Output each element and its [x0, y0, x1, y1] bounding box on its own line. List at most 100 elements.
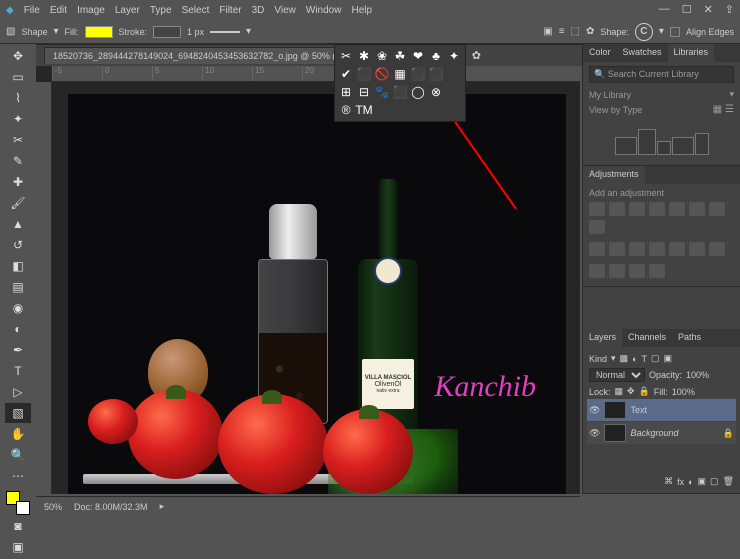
adj-extra2-icon[interactable]: [609, 264, 625, 278]
fill-value[interactable]: 100%: [672, 387, 695, 397]
adj-photo-icon[interactable]: [589, 220, 605, 234]
opacity-value[interactable]: 100%: [686, 370, 709, 380]
shape-clover-icon[interactable]: ☘: [392, 48, 408, 64]
visibility-icon[interactable]: 👁: [589, 405, 600, 416]
path-ops-icon[interactable]: ▣: [543, 26, 552, 37]
adj-extra1-icon[interactable]: [589, 264, 605, 278]
adj-gradient-icon[interactable]: [689, 242, 705, 256]
brush-tool[interactable]: 🖌: [5, 193, 31, 213]
menu-type[interactable]: Type: [150, 5, 172, 16]
filter-adjust-icon[interactable]: ◐: [632, 354, 637, 364]
menu-layer[interactable]: Layer: [115, 5, 140, 16]
library-dropdown-icon[interactable]: ▾: [729, 89, 734, 100]
menu-3d[interactable]: 3D: [252, 5, 265, 16]
delete-layer-icon[interactable]: 🗑: [723, 476, 734, 487]
adj-levels-icon[interactable]: [609, 202, 625, 216]
shape-minus-icon[interactable]: ⊟: [356, 84, 372, 100]
move-tool[interactable]: ✥: [5, 46, 31, 66]
new-layer-icon[interactable]: ▢: [710, 476, 719, 487]
lib-thumb[interactable]: [672, 137, 694, 155]
lib-thumb[interactable]: [657, 141, 671, 155]
blur-tool[interactable]: ◉: [5, 298, 31, 318]
tab-layers[interactable]: Layers: [583, 329, 622, 347]
list-view-icon[interactable]: ☰: [725, 104, 734, 115]
shape-scissors-icon[interactable]: ✂: [338, 48, 354, 64]
shape-tool-icon[interactable]: ▧: [6, 26, 15, 37]
stroke-width[interactable]: 1 px: [187, 27, 204, 37]
zoom-level[interactable]: 50%: [44, 502, 62, 512]
quick-mask[interactable]: ◙: [5, 516, 31, 536]
wand-tool[interactable]: ✦: [5, 109, 31, 129]
tab-paths[interactable]: Paths: [672, 329, 707, 347]
background-color[interactable]: [16, 501, 30, 515]
shape-dropdown-icon[interactable]: ▾: [659, 26, 664, 37]
link-layers-icon[interactable]: ⌘: [664, 476, 673, 487]
shape-tool[interactable]: ▧: [5, 403, 31, 423]
library-name[interactable]: My Library: [589, 90, 631, 100]
shape-square3-icon[interactable]: ⬛: [428, 66, 444, 82]
stroke-style[interactable]: [210, 31, 240, 33]
healing-tool[interactable]: ✚: [5, 172, 31, 192]
custom-shape-picker[interactable]: ✿ ✂ ✱ ❀ ☘ ❤ ♣ ✦ ✔ ⬛ 🚫 ▦ ⬛ ⬛ ⊞ ⊟ 🐾 ⬛ ◯ ⊗ …: [334, 44, 466, 122]
align-edges-checkbox[interactable]: [670, 27, 680, 37]
adj-bw-icon[interactable]: [709, 202, 725, 216]
filter-smart-icon[interactable]: ▣: [664, 353, 673, 364]
dodge-tool[interactable]: ◐: [5, 319, 31, 339]
shape-trademark-icon[interactable]: TM: [356, 102, 372, 118]
layer-mask-icon[interactable]: ◐: [688, 477, 693, 487]
tab-channels[interactable]: Channels: [622, 329, 672, 347]
shape-registered-icon[interactable]: ®: [338, 102, 354, 118]
history-brush-tool[interactable]: ↺: [5, 235, 31, 255]
layer-thumbnail[interactable]: [604, 401, 626, 419]
layer-name[interactable]: Text: [630, 405, 647, 415]
tab-adjustments[interactable]: Adjustments: [583, 166, 645, 184]
shape-no-icon[interactable]: 🚫: [374, 66, 390, 82]
adj-selective-icon[interactable]: [709, 242, 725, 256]
gradient-tool[interactable]: ▤: [5, 277, 31, 297]
path-tool[interactable]: ▷: [5, 382, 31, 402]
shape-flower-icon[interactable]: ❀: [374, 48, 390, 64]
align-icon[interactable]: ≡: [559, 26, 565, 37]
grid-view-icon[interactable]: ▦: [713, 104, 722, 115]
menu-image[interactable]: Image: [77, 5, 105, 16]
adj-curves-icon[interactable]: [629, 202, 645, 216]
menu-view[interactable]: View: [274, 5, 296, 16]
tab-swatches[interactable]: Swatches: [617, 44, 668, 62]
hand-tool[interactable]: ✋: [5, 424, 31, 444]
menu-edit[interactable]: Edit: [50, 5, 67, 16]
library-search[interactable]: 🔍 Search Current Library: [589, 66, 734, 83]
new-group-icon[interactable]: ▣: [698, 476, 707, 487]
lib-thumb[interactable]: [695, 133, 709, 155]
adj-extra4-icon[interactable]: [649, 264, 665, 278]
picker-settings-icon[interactable]: ✿: [472, 49, 481, 62]
menu-file[interactable]: File: [24, 5, 40, 16]
filter-type-icon[interactable]: T: [642, 354, 648, 364]
ruler-vertical[interactable]: [36, 82, 52, 494]
tool-mode-dropdown[interactable]: ▾: [53, 26, 58, 37]
layer-row[interactable]: 👁 Background 🔒: [587, 422, 736, 444]
maximize-button[interactable]: ☐: [682, 3, 692, 16]
adj-extra3-icon[interactable]: [629, 264, 645, 278]
adj-poster-icon[interactable]: [649, 242, 665, 256]
color-swatches[interactable]: [6, 491, 30, 515]
shape-cross-icon[interactable]: ⊗: [428, 84, 444, 100]
screen-mode[interactable]: ▣: [5, 537, 31, 557]
pen-tool[interactable]: ✒: [5, 340, 31, 360]
type-tool[interactable]: T: [5, 361, 31, 381]
shape-star-icon[interactable]: ✱: [356, 48, 372, 64]
adj-hue-icon[interactable]: [689, 202, 705, 216]
shape-paw-icon[interactable]: 🐾: [374, 84, 390, 100]
eyedropper-tool[interactable]: ✎: [5, 151, 31, 171]
tab-color[interactable]: Color: [583, 44, 617, 62]
zoom-tool[interactable]: 🔍: [5, 445, 31, 465]
adj-invert-icon[interactable]: [629, 242, 645, 256]
shape-square-icon[interactable]: ⬛: [356, 66, 372, 82]
adj-threshold-icon[interactable]: [669, 242, 685, 256]
adj-exposure-icon[interactable]: [649, 202, 665, 216]
menu-filter[interactable]: Filter: [219, 5, 241, 16]
edit-toolbar[interactable]: ⋯: [5, 466, 31, 486]
document-canvas[interactable]: VILLA MASCIOL OlivenÖl nativ extra Kanch…: [68, 94, 566, 494]
shape-club-icon[interactable]: ♣: [428, 48, 444, 64]
layer-thumbnail[interactable]: [604, 424, 626, 442]
lock-pixel-icon[interactable]: 🔒: [639, 386, 650, 397]
